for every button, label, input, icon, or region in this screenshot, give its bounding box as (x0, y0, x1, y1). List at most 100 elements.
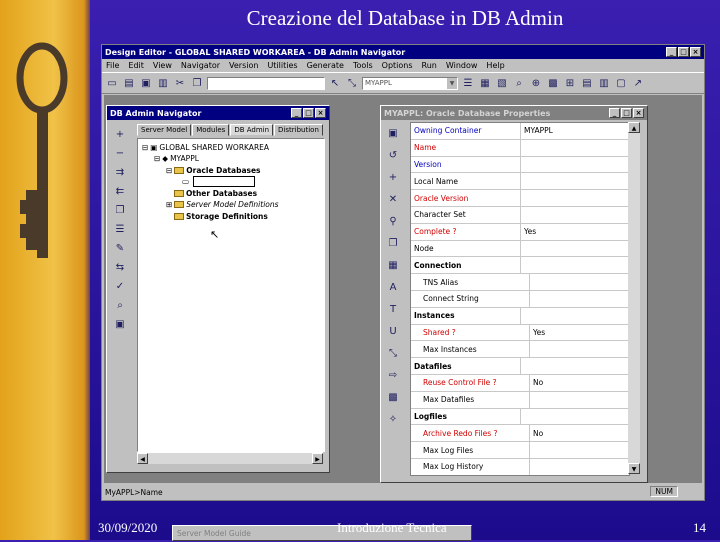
property-row[interactable]: Owning ContainerMYAPPL (411, 123, 629, 140)
menu-tools[interactable]: Tools (353, 61, 373, 70)
collapse-toggle-icon[interactable]: ⊟ (154, 154, 160, 163)
navigator-tree[interactable]: ⊟ ▣ GLOBAL SHARED WORKAREA ⊟ ◆ MYAPPL ⊟ … (137, 138, 325, 452)
scroll-right-icon[interactable]: ▶ (312, 453, 323, 464)
menu-run[interactable]: Run (422, 61, 437, 70)
collapse-all-icon[interactable]: ⇇ (113, 184, 127, 198)
property-value[interactable]: MYAPPL (521, 123, 629, 139)
zoom-icon[interactable]: ⊕ (529, 76, 543, 90)
palette-icon[interactable]: ▦ (386, 258, 400, 272)
collapse-toggle-icon[interactable]: ⊟ (166, 166, 172, 175)
property-value[interactable]: Yes (521, 224, 629, 240)
link-icon[interactable]: ⤡ (386, 346, 400, 360)
property-value[interactable] (521, 157, 629, 173)
property-row[interactable]: Name (411, 140, 629, 157)
new-database-name-editor[interactable] (193, 176, 255, 187)
property-value[interactable] (521, 140, 629, 156)
link-icon[interactable]: ⤡ (345, 76, 359, 90)
properties-icon[interactable]: ▣ (113, 317, 127, 331)
property-value[interactable] (530, 392, 629, 408)
tree-node-server-model[interactable]: ⊞ Server Model Definitions (166, 199, 279, 210)
filter-icon[interactable]: ⊞ (563, 76, 577, 90)
property-value[interactable] (521, 190, 629, 206)
property-row[interactable]: Max Log History (411, 459, 629, 476)
copy-properties-icon[interactable]: ❐ (386, 236, 400, 250)
copy-icon[interactable]: ❐ (190, 76, 204, 90)
property-row[interactable]: Datafiles (411, 358, 629, 375)
property-value[interactable]: No (530, 425, 629, 441)
property-value[interactable] (521, 241, 629, 257)
scroll-left-icon[interactable]: ◀ (137, 453, 148, 464)
menu-edit[interactable]: Edit (128, 61, 144, 70)
property-value[interactable] (521, 257, 629, 273)
menu-generate[interactable]: Generate (307, 61, 344, 70)
new-icon[interactable]: ▭ (105, 76, 119, 90)
copy-object-icon[interactable]: ❐ (113, 203, 127, 217)
search-icon[interactable]: ⌕ (512, 76, 526, 90)
diagram-icon[interactable]: ▦ (478, 76, 492, 90)
list-view-icon[interactable]: ☰ (113, 222, 127, 236)
report-icon[interactable]: ▤ (580, 76, 594, 90)
toolbar-text-field[interactable] (207, 77, 325, 90)
property-row[interactable]: Logfiles (411, 409, 629, 426)
navigator-close-button[interactable]: × (315, 108, 326, 118)
tree-node-oracle-databases[interactable]: ⊟ Oracle Databases (166, 165, 261, 176)
font-icon[interactable]: A (386, 280, 400, 294)
property-value[interactable] (521, 207, 629, 223)
menu-window[interactable]: Window (446, 61, 478, 70)
property-value[interactable] (521, 308, 629, 324)
navigator-maximize-button[interactable]: □ (303, 108, 314, 118)
help-pointer-icon[interactable]: ↗ (631, 76, 645, 90)
grid-icon[interactable]: ▩ (546, 76, 560, 90)
pointer-icon[interactable]: ↖ (328, 76, 342, 90)
property-row[interactable]: TNS Alias (411, 274, 629, 291)
revert-icon[interactable]: ↺ (386, 148, 400, 162)
property-row[interactable]: Max Instances (411, 341, 629, 358)
property-value[interactable]: No (530, 375, 629, 391)
menu-file[interactable]: File (106, 61, 119, 70)
scroll-up-icon[interactable]: ▲ (628, 122, 640, 133)
arrow-icon[interactable]: ⇨ (386, 368, 400, 382)
tab-modules[interactable]: Modules (192, 124, 229, 136)
property-row[interactable]: Character Set (411, 207, 629, 224)
tree-node-storage[interactable]: Storage Definitions (166, 211, 268, 222)
menu-view[interactable]: View (153, 61, 172, 70)
property-value[interactable] (530, 341, 629, 357)
property-row[interactable]: Connection (411, 257, 629, 274)
save-icon[interactable]: ▣ (139, 76, 153, 90)
property-row[interactable]: Reuse Control File ?No (411, 375, 629, 392)
grid-icon[interactable]: ▩ (386, 390, 400, 404)
print-icon[interactable]: ▥ (156, 76, 170, 90)
navigator-horizontal-scrollbar[interactable]: ◀ ▶ (137, 452, 323, 464)
window-icon[interactable]: ▢ (614, 76, 628, 90)
property-row[interactable]: Instances (411, 308, 629, 325)
expand-toggle-icon[interactable]: ⊞ (166, 200, 172, 209)
properties-vertical-scrollbar[interactable]: ▲ ▼ (628, 122, 640, 474)
wand-icon[interactable]: ✧ (386, 412, 400, 426)
pin-icon[interactable]: ⚲ (386, 214, 400, 228)
property-value[interactable] (521, 358, 629, 374)
menu-navigator[interactable]: Navigator (181, 61, 220, 70)
text-icon[interactable]: T (386, 302, 400, 316)
save-icon[interactable]: ▣ (386, 126, 400, 140)
properties-minimize-button[interactable]: _ (609, 108, 620, 118)
share-icon[interactable]: ⇆ (113, 260, 127, 274)
minimize-button[interactable]: _ (666, 47, 677, 57)
layout-icon[interactable]: ▥ (597, 76, 611, 90)
list-icon[interactable]: ☰ (461, 76, 475, 90)
delete-icon[interactable]: ✕ (386, 192, 400, 206)
property-value[interactable] (521, 409, 629, 425)
property-value[interactable] (530, 291, 629, 307)
property-row[interactable]: Oracle Version (411, 190, 629, 207)
expand-all-icon[interactable]: ⇉ (113, 165, 127, 179)
container-select[interactable]: MYAPPL (362, 77, 458, 90)
property-row[interactable]: Max Log Files (411, 442, 629, 459)
property-row[interactable]: Local Name (411, 173, 629, 190)
collapse-icon[interactable]: − (113, 146, 127, 160)
check-icon[interactable]: ✓ (113, 279, 127, 293)
tree-node-other-databases[interactable]: Other Databases (166, 188, 257, 199)
navigator-minimize-button[interactable]: _ (291, 108, 302, 118)
menu-options[interactable]: Options (382, 61, 413, 70)
close-button[interactable]: × (690, 47, 701, 57)
menu-help[interactable]: Help (486, 61, 504, 70)
properties-close-button[interactable]: × (633, 108, 644, 118)
